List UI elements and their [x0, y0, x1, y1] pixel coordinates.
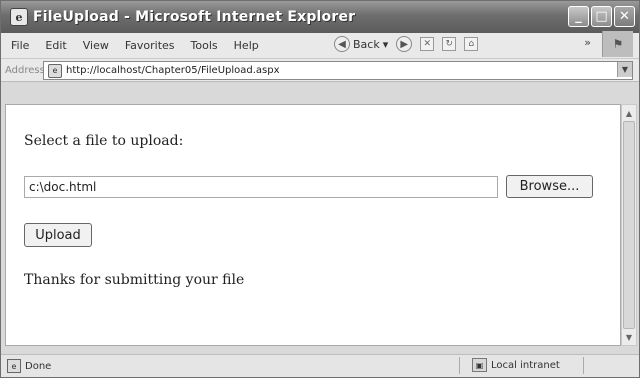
intranet-icon: ▣ — [472, 358, 487, 372]
scroll-up-icon[interactable]: ▲ — [623, 106, 635, 120]
back-dropdown-icon[interactable]: ▾ — [383, 38, 389, 51]
stop-icon[interactable]: ✕ — [420, 37, 435, 51]
back-button[interactable]: ◀ Back ▾ — [334, 36, 388, 52]
vertical-scrollbar[interactable]: ▲ ▼ — [621, 104, 637, 346]
address-input[interactable]: e http://localhost/Chapter05/FileUpload.… — [43, 61, 633, 80]
address-label: Address — [5, 64, 45, 76]
address-bar: Address e http://localhost/Chapter05/Fil… — [1, 59, 639, 82]
menu-bar: File Edit View Favorites Tools Help ◀ Ba… — [1, 31, 639, 59]
scroll-down-icon[interactable]: ▼ — [623, 330, 635, 344]
maximize-button[interactable]: □ — [591, 6, 612, 27]
scroll-thumb[interactable] — [623, 121, 635, 329]
address-dropdown-icon[interactable]: ▼ — [617, 62, 632, 77]
menu-tools[interactable]: Tools — [191, 39, 218, 52]
ie-page-icon: e — [10, 8, 28, 26]
back-label: Back — [353, 37, 380, 51]
close-button[interactable]: ✕ — [614, 6, 635, 27]
status-separator-2 — [583, 357, 584, 374]
window-controls: _ □ ✕ — [568, 6, 635, 27]
menu-edit[interactable]: Edit — [45, 39, 66, 52]
back-arrow-icon: ◀ — [334, 36, 350, 52]
file-path-input[interactable]: c:\doc.html — [24, 176, 498, 198]
status-text: Done — [25, 360, 52, 372]
zone-text: Local intranet — [491, 359, 560, 371]
upload-button[interactable]: Upload — [24, 223, 92, 247]
browse-button[interactable]: Browse... — [506, 175, 593, 198]
page-content: Select a file to upload: c:\doc.html Bro… — [5, 104, 621, 346]
nav-toolbar: ◀ Back ▾ ▶ ✕ ↻ ⌂ — [334, 36, 479, 52]
upload-prompt: Select a file to upload: — [24, 133, 184, 149]
minimize-button[interactable]: _ — [568, 6, 589, 27]
menu-view[interactable]: View — [83, 39, 109, 52]
thanks-message: Thanks for submitting your file — [24, 272, 245, 288]
menu-favorites[interactable]: Favorites — [125, 39, 175, 52]
title-bar: e FileUpload - Microsoft Internet Explor… — [1, 1, 639, 33]
refresh-icon[interactable]: ↻ — [442, 37, 457, 51]
status-bar: e Done ▣ Local intranet — [1, 354, 639, 377]
browser-window: e FileUpload - Microsoft Internet Explor… — [0, 0, 640, 378]
menu-help[interactable]: Help — [234, 39, 259, 52]
status-separator — [459, 357, 460, 374]
done-page-icon: e — [7, 359, 21, 373]
menu-file[interactable]: File — [11, 39, 29, 52]
page-favicon-icon: e — [48, 63, 62, 78]
forward-arrow-icon[interactable]: ▶ — [396, 36, 413, 52]
home-icon[interactable]: ⌂ — [464, 37, 479, 51]
address-url: http://localhost/Chapter05/FileUpload.as… — [66, 65, 280, 76]
window-title: FileUpload - Microsoft Internet Explorer — [33, 9, 356, 25]
windows-flag-icon: ⚑ — [602, 31, 633, 57]
security-zone: ▣ Local intranet — [472, 358, 560, 372]
toolbar-chevron-icon[interactable]: » — [584, 36, 591, 49]
